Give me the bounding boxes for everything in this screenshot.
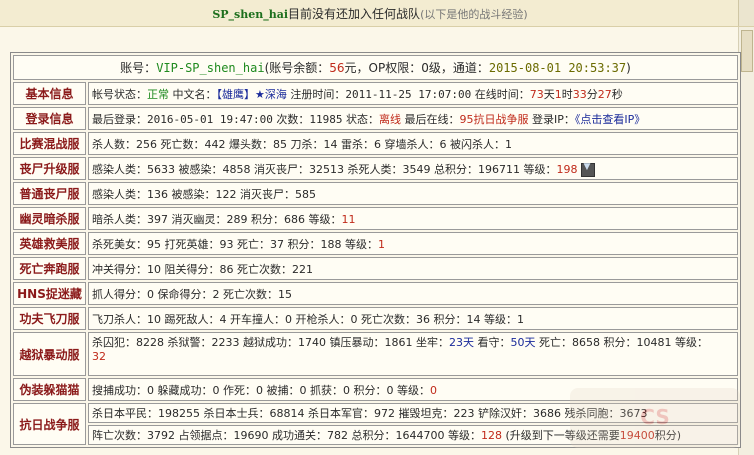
jailbreak-stats-2: 死亡：8658 积分：10481 等级： (535, 336, 708, 349)
row-label-hns: HNS捉迷藏 (13, 282, 86, 305)
online-hours: 1 (554, 87, 562, 101)
channel-time: 2015-08-01 20:53:37 (488, 61, 627, 75)
hero-level: 1 (377, 237, 385, 251)
page-title: SP_shen_hai目前没有还加入任何战队(以下是他的战斗经验) (0, 5, 740, 22)
row-zombie-up: 感染人类：5633 被感染：4858 消灭丧尸：32513 杀死人类：3549 … (88, 157, 738, 180)
row-label-mixed: 比赛混战服 (13, 132, 86, 155)
online-seconds-unit: 秒 (611, 87, 623, 101)
table-row: 基本信息 帐号状态：正常 中文名：【雄鹰】★深海 注册时间：2011-11-25… (13, 82, 738, 105)
table-row: 登录信息 最后登录：2016-05-01 19:47:00 次数：11985 状… (13, 107, 738, 130)
zombie-up-level: 198 (556, 162, 578, 176)
row-label-basic: 基本信息 (13, 82, 86, 105)
row-ghost: 暗杀人类：397 消灭幽灵：289 积分：686 等级：11 (88, 207, 738, 230)
online-minutes-unit: 分 (586, 87, 598, 101)
table-row: 丧尸升级服 感染人类：5633 被感染：4858 消灭丧尸：32513 杀死人类… (13, 157, 738, 180)
last-online-server: 95抗日战争服 (459, 112, 529, 126)
ghost-level: 11 (341, 212, 356, 226)
player-name: SP_shen_hai (212, 8, 289, 21)
jailbreak-level: 32 (92, 350, 106, 363)
row-mixed: 杀人数：256 死亡数：442 爆头数：85 刀杀：14 雷杀：6 穿墙杀人：6… (88, 132, 738, 155)
state-label: 状态： (342, 112, 379, 126)
hero-stats: 杀死美女：95 打死英雄：93 死亡：37 积分：188 等级： (92, 237, 378, 251)
online-minutes: 33 (572, 87, 587, 101)
balance-prefix: (账号余额： (264, 61, 330, 75)
account-row: 账号：VIP-SP_shen_hai(账号余额：56元，OP权限：0级，通道：2… (13, 55, 738, 80)
row-kungfu: 飞刀杀人：10 踢死敌人：4 开车撞人：0 开枪杀人：0 死亡次数：36 积分：… (88, 307, 738, 330)
table-row: 越狱暴动服 杀囚犯：8228 杀狱警：2233 越狱成功：1740 镇压暴动：1… (13, 332, 738, 376)
star-icon: ★ (255, 87, 265, 101)
online-days-unit: 天 (543, 87, 555, 101)
row-zombie-normal: 感染人类：136 被感染：122 消灭丧尸：585 (88, 182, 738, 205)
site-logo-watermark: CS (570, 388, 740, 448)
row-label-login: 登录信息 (13, 107, 86, 130)
row-jailbreak: 杀囚犯：8228 杀狱警：2233 越狱成功：1740 镇压暴动：1861 坐牢… (88, 332, 738, 376)
account-close: ) (626, 61, 631, 75)
register-time: 2011-11-25 17:07:00 (345, 87, 472, 101)
row-label-hero: 英雄救美服 (13, 232, 86, 255)
count-label: 次数： (272, 112, 310, 126)
table-row: 英雄救美服 杀死美女：95 打死英雄：93 死亡：37 积分：188 等级：1 (13, 232, 738, 255)
guard-label: 看守： (473, 336, 511, 349)
row-hero: 杀死美女：95 打死英雄：93 死亡：37 积分：188 等级：1 (88, 232, 738, 255)
ghost-stats: 暗杀人类：397 消灭幽灵：289 积分：686 等级： (92, 212, 342, 226)
account-balance: 56 (329, 61, 345, 75)
guard-days: 50天 (510, 336, 536, 349)
last-online-label: 最后在线： (400, 112, 460, 126)
cn-name: 深海 (264, 87, 287, 101)
scrollbar-thumb[interactable] (741, 30, 753, 72)
cn-name-tag: 【雄鹰】 (216, 87, 256, 101)
clan-status: 目前没有还加入任何战队 (288, 7, 421, 21)
rank-icon (581, 162, 596, 177)
status-label: 帐号状态： (92, 87, 147, 101)
row-label-zombie-normal: 普通丧尸服 (13, 182, 86, 205)
account-id: VIP-SP_shen_hai (156, 61, 265, 75)
disguise-level: 0 (429, 383, 437, 397)
row-label-ghost: 幽灵暗杀服 (13, 207, 86, 230)
table-row: 幽灵暗杀服 暗杀人类：397 消灭幽灵：289 积分：686 等级：11 (13, 207, 738, 230)
row-login: 最后登录：2016-05-01 19:47:00 次数：11985 状态：离线 … (88, 107, 738, 130)
war-stats-2: 阵亡次数：3792 占领据点：19690 成功通关：782 总积分：164470… (92, 429, 481, 442)
last-login-time: 2016-05-01 19:47:00 (147, 112, 273, 126)
table-row: 普通丧尸服 感染人类：136 被感染：122 消灭丧尸：585 (13, 182, 738, 205)
row-label-jailbreak: 越狱暴动服 (13, 332, 86, 376)
account-status: 正常 (147, 87, 169, 101)
account-info: 账号：VIP-SP_shen_hai(账号余额：56元，OP权限：0级，通道：2… (13, 55, 738, 80)
row-label-kungfu: 功夫飞刀服 (13, 307, 86, 330)
online-label: 在线时间： (471, 87, 530, 101)
balance-suffix: 元，OP权限：0级，通道： (344, 61, 489, 75)
table-row: 功夫飞刀服 飞刀杀人：10 踢死敌人：4 开车撞人：0 开枪杀人：0 死亡次数：… (13, 307, 738, 330)
row-hns: 抓人得分：0 保命得分：2 死亡次数：15 (88, 282, 738, 305)
online-seconds: 27 (597, 87, 612, 101)
ip-label: 登录IP： (528, 112, 575, 126)
row-label-war: 抗日战争服 (13, 403, 86, 445)
row-label-zombie-up: 丧尸升级服 (13, 157, 86, 180)
online-state: 离线 (378, 112, 401, 126)
jail-days: 23天 (448, 336, 474, 349)
row-label-disguise: 伪装躲猫猫 (13, 378, 86, 401)
reg-label: 注册时间： (286, 87, 346, 101)
last-login-label: 最后登录： (92, 112, 147, 126)
view-ip-link[interactable]: 《点击查看IP》 (575, 113, 645, 126)
top-title-bar: SP_shen_hai目前没有还加入任何战队(以下是他的战斗经验) (0, 0, 754, 27)
scroll-up-button[interactable] (738, 0, 754, 26)
zombie-up-stats: 感染人类：5633 被感染：4858 消灭丧尸：32513 杀死人类：3549 … (92, 162, 557, 176)
login-count: 11985 (309, 112, 343, 126)
disguise-stats: 搜捕成功：0 躲藏成功：0 作死：0 被捕：0 抓获：0 积分：0 等级： (92, 383, 430, 397)
account-prefix: 账号： (120, 61, 157, 75)
table-row: 比赛混战服 杀人数：256 死亡数：442 爆头数：85 刀杀：14 雷杀：6 … (13, 132, 738, 155)
war-level: 128 (480, 429, 502, 442)
table-row: HNS捉迷藏 抓人得分：0 保命得分：2 死亡次数：15 (13, 282, 738, 305)
jailbreak-stats-1: 杀囚犯：8228 杀狱警：2233 越狱成功：1740 镇压暴动：1861 坐牢… (92, 336, 449, 349)
online-days: 73 (529, 87, 544, 101)
cn-label: 中文名： (172, 87, 217, 101)
row-basic: 帐号状态：正常 中文名：【雄鹰】★深海 注册时间：2011-11-25 17:0… (88, 82, 738, 105)
row-death-run: 冲关得分：10 阻关得分：86 死亡次数：221 (88, 257, 738, 280)
row-label-death-run: 死亡奔跑服 (13, 257, 86, 280)
stats-note: (以下是他的战斗经验) (420, 8, 528, 21)
table-row: 死亡奔跑服 冲关得分：10 阻关得分：86 死亡次数：221 (13, 257, 738, 280)
online-hours-unit: 时 (561, 87, 573, 101)
